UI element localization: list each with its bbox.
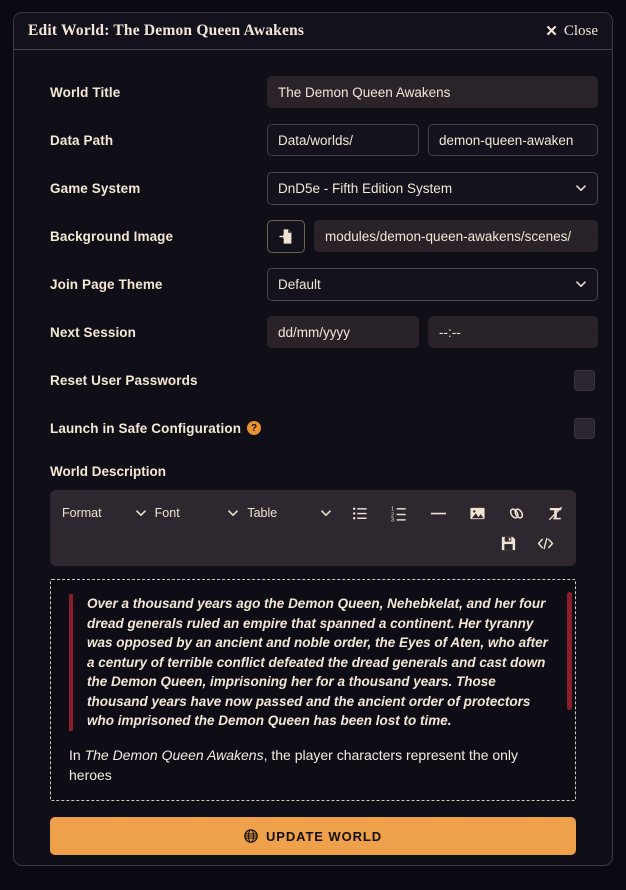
description-blockquote: Over a thousand years ago the Demon Quee…: [69, 594, 557, 731]
table-dropdown[interactable]: Table: [247, 506, 332, 520]
dialog-body: World Title The Demon Queen Awakens Data…: [14, 50, 612, 865]
numbered-list-icon[interactable]: 1 2 3: [391, 505, 408, 522]
next-session-time-input[interactable]: --:--: [428, 316, 598, 348]
world-description-editor[interactable]: Over a thousand years ago the Demon Quee…: [50, 579, 576, 801]
svg-text:3: 3: [391, 517, 394, 521]
image-icon[interactable]: [469, 505, 486, 522]
field-group-join-page-theme: Default: [267, 267, 598, 301]
description-quote-text: Over a thousand years ago the Demon Quee…: [87, 596, 548, 728]
field-row-data-path: Data Path Data/worlds/ demon-queen-awake…: [28, 116, 598, 164]
chevron-down-icon: [321, 510, 331, 517]
bullet-list-icon[interactable]: [352, 505, 369, 522]
dialog-titlebar: Edit World: The Demon Queen Awakens ✕ Cl…: [14, 13, 612, 50]
chevron-down-icon: [135, 510, 146, 517]
horizontal-rule-icon[interactable]: [430, 505, 447, 522]
launch-safe-configuration-checkbox[interactable]: [574, 417, 595, 439]
label-data-path: Data Path: [50, 132, 114, 148]
label-join-page-theme: Join Page Theme: [50, 276, 163, 292]
format-dropdown-label: Format: [62, 506, 102, 520]
editor-toolbar-row-1: Format Font Table 1 2 3: [62, 498, 564, 528]
source-code-icon[interactable]: [537, 535, 554, 552]
field-group-data-path: Data/worlds/ demon-queen-awaken: [267, 124, 598, 156]
field-row-background-image: Background Image modules/demon-queen-awa…: [28, 212, 598, 260]
field-group-launch-safe-configuration: [267, 417, 598, 439]
field-group-game-system: DnD5e - Fifth Edition System: [267, 171, 598, 205]
next-session-date-input[interactable]: dd/mm/yyyy: [267, 316, 419, 348]
field-row-launch-safe-configuration: Launch in Safe Configuration ?: [28, 404, 598, 452]
data-path-slug-input[interactable]: demon-queen-awaken: [428, 124, 598, 156]
close-label: Close: [563, 22, 598, 39]
chevron-down-icon: [576, 281, 586, 288]
chevron-down-icon: [228, 510, 239, 517]
field-row-game-system: Game System DnD5e - Fifth Edition System: [28, 164, 598, 212]
field-row-reset-user-passwords: Reset User Passwords: [28, 356, 598, 404]
edit-world-dialog: Edit World: The Demon Queen Awakens ✕ Cl…: [13, 12, 613, 866]
field-row-join-page-theme: Join Page Theme Default: [28, 260, 598, 308]
world-title-input[interactable]: The Demon Queen Awakens: [267, 76, 598, 108]
label-world-title: World Title: [50, 84, 121, 100]
font-dropdown[interactable]: Font: [155, 506, 240, 520]
dialog-title: Edit World: The Demon Queen Awakens: [28, 22, 305, 39]
field-group-reset-user-passwords: [267, 369, 598, 391]
table-dropdown-label: Table: [247, 506, 278, 520]
label-world-description: World Description: [50, 464, 167, 479]
label-next-session: Next Session: [50, 324, 136, 340]
editor-toolbar-icons: 1 2 3: [352, 505, 564, 522]
save-icon[interactable]: [500, 535, 517, 552]
link-icon[interactable]: [508, 505, 525, 522]
paragraph-italic-title: The Demon Queen Awakens: [84, 746, 264, 763]
description-paragraph: In The Demon Queen Awakens, the player c…: [69, 745, 557, 785]
label-background-image: Background Image: [50, 228, 174, 244]
chevron-down-icon: [576, 185, 586, 192]
close-button[interactable]: ✕ Close: [545, 22, 598, 41]
field-group-world-title: The Demon Queen Awakens: [267, 76, 598, 108]
editor-toolbar-row-2: [62, 528, 564, 558]
field-row-world-title: World Title The Demon Queen Awakens: [28, 68, 598, 116]
label-launch-safe-configuration: Launch in Safe Configuration ?: [28, 421, 267, 436]
game-system-select[interactable]: DnD5e - Fifth Edition System: [267, 171, 598, 205]
paragraph-lead: In: [69, 746, 85, 763]
background-image-input[interactable]: modules/demon-queen-awakens/scenes/: [314, 220, 598, 252]
help-icon[interactable]: ?: [247, 421, 262, 435]
label-reset-user-passwords: Reset User Passwords: [50, 372, 198, 388]
update-world-label: UPDATE WORLD: [266, 828, 382, 844]
globe-icon: [244, 829, 258, 843]
font-dropdown-label: Font: [154, 506, 180, 520]
update-world-button[interactable]: UPDATE WORLD: [50, 817, 576, 855]
clear-format-icon[interactable]: [547, 505, 564, 522]
format-dropdown[interactable]: Format: [62, 506, 147, 520]
close-x-icon: ✕: [545, 23, 558, 40]
field-group-background-image: modules/demon-queen-awakens/scenes/: [267, 219, 598, 253]
join-page-theme-selected-value: Default: [278, 276, 321, 292]
file-picker-button[interactable]: [267, 219, 305, 253]
label-game-system: Game System: [50, 180, 141, 196]
editor-scrollbar-thumb[interactable]: [567, 592, 572, 710]
reset-user-passwords-checkbox[interactable]: [574, 369, 595, 391]
editor-toolbar: Format Font Table 1 2 3: [50, 490, 576, 566]
game-system-selected-value: DnD5e - Fifth Edition System: [278, 180, 453, 196]
join-page-theme-select[interactable]: Default: [267, 267, 598, 301]
field-row-next-session: Next Session dd/mm/yyyy --:--: [28, 308, 598, 356]
launch-safe-configuration-text: Launch in Safe Configuration: [50, 420, 242, 436]
file-import-icon: [279, 228, 291, 244]
data-path-prefix-input[interactable]: Data/worlds/: [267, 124, 419, 156]
field-group-next-session: dd/mm/yyyy --:--: [267, 316, 598, 348]
